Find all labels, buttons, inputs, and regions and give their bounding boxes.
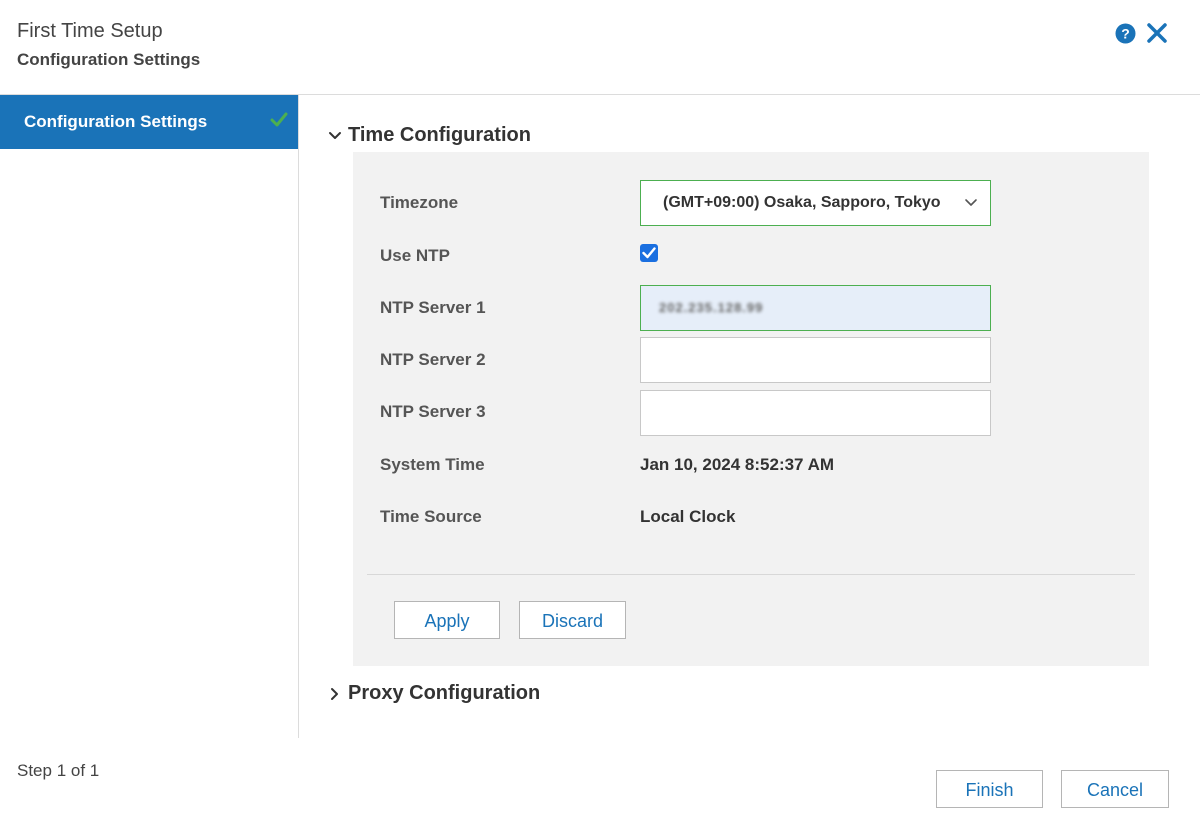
- use-ntp-checkbox[interactable]: [640, 244, 658, 262]
- dialog-title: First Time Setup: [17, 20, 163, 42]
- time-configuration-toggle[interactable]: Time Configuration: [328, 124, 531, 147]
- wizard-sidebar: Configuration Settings: [0, 95, 299, 738]
- ntp-server-2-input[interactable]: [640, 337, 991, 383]
- chevron-down-icon: [965, 199, 977, 206]
- timezone-label: Timezone: [380, 193, 459, 212]
- help-icon[interactable]: ?: [1115, 23, 1136, 44]
- ntp-server-3-input[interactable]: [640, 390, 991, 436]
- step-indicator: Step 1 of 1: [17, 761, 100, 780]
- sidebar-item-label: Configuration Settings: [24, 112, 208, 131]
- ntp-server-1-value: 202.235.128.99: [659, 300, 764, 315]
- sidebar-item-configuration-settings[interactable]: Configuration Settings: [0, 95, 298, 149]
- time-configuration-title: Time Configuration: [348, 124, 531, 146]
- finish-button[interactable]: Finish: [936, 770, 1043, 808]
- cancel-button[interactable]: Cancel: [1061, 770, 1169, 808]
- close-icon[interactable]: [1146, 22, 1168, 44]
- time-source-label: Time Source: [380, 507, 482, 526]
- dialog-subtitle: Configuration Settings: [17, 50, 201, 69]
- chevron-right-icon: [331, 687, 338, 700]
- timezone-select[interactable]: (GMT+09:00) Osaka, Sapporo, Tokyo: [640, 180, 991, 226]
- system-time-label: System Time: [380, 455, 485, 474]
- discard-button[interactable]: Discard: [519, 601, 626, 639]
- svg-text:?: ?: [1121, 26, 1130, 42]
- use-ntp-label: Use NTP: [380, 246, 450, 265]
- chevron-down-icon: [329, 131, 341, 139]
- checkmark-icon: [642, 247, 656, 259]
- system-time-value: Jan 10, 2024 8:52:37 AM: [640, 455, 835, 474]
- timezone-value: (GMT+09:00) Osaka, Sapporo, Tokyo: [663, 194, 941, 211]
- check-icon: [270, 112, 288, 127]
- dialog-header: First Time Setup Configuration Settings …: [0, 0, 1200, 95]
- panel-divider: [367, 574, 1135, 575]
- ntp-server-1-label: NTP Server 1: [380, 298, 486, 317]
- ntp-server-1-input[interactable]: 202.235.128.99: [640, 285, 991, 331]
- ntp-server-3-label: NTP Server 3: [380, 402, 486, 421]
- proxy-configuration-toggle[interactable]: Proxy Configuration: [328, 682, 540, 705]
- apply-button[interactable]: Apply: [394, 601, 500, 639]
- time-source-value: Local Clock: [640, 507, 736, 526]
- ntp-server-2-label: NTP Server 2: [380, 350, 486, 369]
- proxy-configuration-title: Proxy Configuration: [348, 682, 541, 704]
